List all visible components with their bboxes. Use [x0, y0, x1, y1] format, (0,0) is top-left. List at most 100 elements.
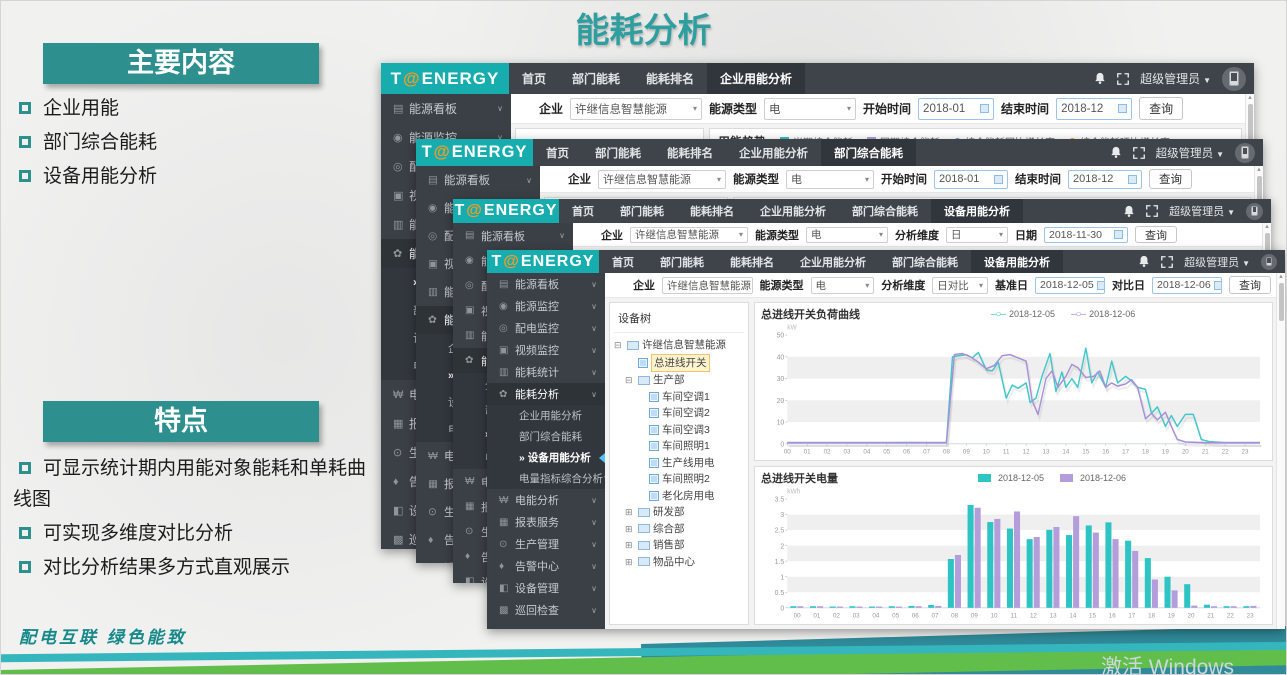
date-input-结束时间[interactable]: 2018-12: [1068, 170, 1142, 189]
tree-node[interactable]: ⊞销售部: [614, 537, 744, 554]
sidebar-item-video-monitor[interactable]: ▣视频监控∨: [487, 339, 605, 361]
tree-node[interactable]: 生产线用电: [614, 455, 744, 472]
sidebar-item-energy-statistics[interactable]: ▥能耗统计∨: [487, 361, 605, 383]
tree-toggle-icon[interactable]: ⊟: [614, 337, 624, 354]
sidebar-item-energy-dashboard[interactable]: ▤能源看板∨: [416, 166, 540, 194]
nav-tab-企业用能分析[interactable]: 企业用能分析: [707, 63, 805, 94]
tree-toggle-icon[interactable]: ⊞: [625, 554, 635, 571]
sidebar-item-power-distribution-monitor[interactable]: ◎配电监控∨: [487, 317, 605, 339]
tree-toggle-icon[interactable]: ⊞: [625, 537, 635, 554]
tree-toggle-icon[interactable]: ⊞: [625, 504, 635, 521]
sidebar-item-alarm-center[interactable]: ♦告警中心∨: [487, 555, 605, 577]
select-分析维度[interactable]: 日对比▾: [932, 277, 988, 294]
select-分析维度[interactable]: 日▾: [946, 227, 1008, 243]
date-input-开始时间[interactable]: 2018-01: [918, 98, 994, 120]
tree-node[interactable]: 车间空调3: [614, 422, 744, 439]
avatar[interactable]: [1222, 67, 1246, 91]
fullscreen-icon[interactable]: [1161, 256, 1173, 268]
query-button[interactable]: 查询: [1149, 169, 1192, 189]
vertical-scrollbar[interactable]: ▲: [1276, 273, 1285, 629]
select-企业[interactable]: 许继信息智慧能源▾: [598, 170, 726, 189]
legend-item[interactable]: –○–2018-12-05: [991, 309, 1055, 320]
tree-node[interactable]: ⊞研发部: [614, 504, 744, 521]
sidebar-item-energy-monitor[interactable]: ◉能源监控∨: [487, 295, 605, 317]
fullscreen-icon[interactable]: [1146, 205, 1158, 217]
nav-tab-企业用能分析[interactable]: 企业用能分析: [787, 250, 879, 273]
sidebar-item-energy-dashboard[interactable]: ▤能源看板∨: [487, 273, 605, 295]
nav-tab-首页[interactable]: 首页: [559, 199, 607, 223]
nav-tab-首页[interactable]: 首页: [509, 63, 559, 94]
sidebar-subitem-设备用能分析[interactable]: » 设备用能分析: [487, 447, 605, 468]
select-能源类型[interactable]: 电▾: [806, 227, 888, 243]
nav-tab-能耗排名[interactable]: 能耗排名: [654, 139, 726, 166]
sidebar-item-device-management[interactable]: ◧设备管理∨: [487, 577, 605, 599]
nav-tab-首页[interactable]: 首页: [533, 139, 582, 166]
sidebar-item-patrol-inspection[interactable]: ▩巡回检查∨: [487, 599, 605, 621]
nav-tab-能耗排名[interactable]: 能耗排名: [717, 250, 787, 273]
scrollbar-thumb[interactable]: [1248, 104, 1253, 142]
date-input-开始时间[interactable]: 2018-01: [934, 170, 1008, 189]
query-button[interactable]: 查询: [1139, 97, 1183, 120]
tree-node[interactable]: ⊞综合部: [614, 521, 744, 538]
select-能源类型[interactable]: 电▾: [764, 98, 856, 120]
select-企业[interactable]: 许继信息智慧能源▾: [570, 98, 702, 120]
sidebar-subitem-企业用能分析[interactable]: 企业用能分析: [487, 405, 605, 426]
legend-item[interactable]: 2018-12-06: [1060, 473, 1126, 483]
fullscreen-icon[interactable]: [1133, 147, 1145, 159]
select-企业[interactable]: 许继信息智慧能源▾: [662, 277, 753, 294]
tree-node[interactable]: ⊞物品中心: [614, 554, 744, 571]
notification-bell-icon[interactable]: [1094, 72, 1106, 85]
user-menu[interactable]: 超级管理员▼: [1140, 70, 1211, 87]
query-button[interactable]: 查询: [1229, 276, 1271, 294]
date-input-结束时间[interactable]: 2018-12: [1056, 98, 1132, 120]
sidebar-item-electric-energy-analysis[interactable]: ₩电能分析∨: [487, 489, 605, 511]
avatar[interactable]: [1246, 203, 1263, 220]
nav-tab-部门能耗[interactable]: 部门能耗: [582, 139, 654, 166]
nav-tab-部门综合能耗[interactable]: 部门综合能耗: [839, 199, 931, 223]
nav-tab-首页[interactable]: 首页: [599, 250, 647, 273]
tree-node[interactable]: 总进线开关: [614, 354, 744, 373]
sidebar-subitem-电量指标综合分析[interactable]: 电量指标综合分析 ∨: [487, 468, 605, 489]
legend-item[interactable]: 2018-12-05: [978, 473, 1044, 483]
legend-item[interactable]: –○–2018-12-06: [1071, 309, 1135, 320]
query-button[interactable]: 查询: [1135, 226, 1177, 243]
nav-tab-部门能耗[interactable]: 部门能耗: [559, 63, 633, 94]
avatar[interactable]: [1261, 254, 1277, 270]
tree-toggle-icon[interactable]: ⊟: [625, 372, 635, 389]
tree-node[interactable]: ⊟生产部: [614, 372, 744, 389]
notification-bell-icon[interactable]: [1123, 205, 1135, 218]
sidebar-item-production-management[interactable]: ⊙生产管理∨: [487, 533, 605, 555]
nav-tab-部门能耗[interactable]: 部门能耗: [647, 250, 717, 273]
scrollbar-thumb[interactable]: [1279, 283, 1284, 321]
date-input-对比日[interactable]: 2018-12-06: [1152, 277, 1222, 294]
sidebar-item-report-service[interactable]: ▦报表服务∨: [487, 511, 605, 533]
sidebar-subitem-部门综合能耗[interactable]: 部门综合能耗: [487, 426, 605, 447]
nav-tab-部门综合能耗[interactable]: 部门综合能耗: [821, 139, 916, 166]
sidebar-item-energy-dashboard[interactable]: ▤能源看板∨: [381, 94, 511, 123]
user-menu[interactable]: 超级管理员▼: [1169, 203, 1235, 219]
tree-node[interactable]: 车间空调2: [614, 405, 744, 422]
notification-bell-icon[interactable]: [1110, 146, 1122, 159]
select-能源类型[interactable]: 电▾: [811, 277, 875, 294]
select-企业[interactable]: 许继信息智慧能源▾: [630, 227, 748, 243]
nav-tab-企业用能分析[interactable]: 企业用能分析: [726, 139, 821, 166]
date-input-基准日[interactable]: 2018-12-05: [1035, 277, 1105, 294]
nav-tab-设备用能分析[interactable]: 设备用能分析: [971, 250, 1063, 273]
nav-tab-部门综合能耗[interactable]: 部门综合能耗: [879, 250, 971, 273]
select-能源类型[interactable]: 电▾: [786, 170, 874, 189]
tree-node[interactable]: 老化房用电: [614, 488, 744, 505]
notification-bell-icon[interactable]: [1138, 255, 1150, 268]
user-menu[interactable]: 超级管理员▼: [1184, 254, 1250, 270]
tree-node[interactable]: 车间空调1: [614, 389, 744, 406]
tree-toggle-icon[interactable]: ⊞: [625, 521, 635, 538]
tree-node[interactable]: 车间照明1: [614, 438, 744, 455]
nav-tab-企业用能分析[interactable]: 企业用能分析: [747, 199, 839, 223]
avatar[interactable]: [1235, 143, 1255, 163]
user-menu[interactable]: 超级管理员▼: [1156, 145, 1224, 161]
date-input-日期[interactable]: 2018-11-30: [1044, 227, 1128, 243]
sidebar-item-energy-dashboard[interactable]: ▤能源看板∨: [453, 223, 573, 248]
nav-tab-设备用能分析[interactable]: 设备用能分析: [931, 199, 1023, 223]
fullscreen-icon[interactable]: [1117, 73, 1129, 85]
nav-tab-能耗排名[interactable]: 能耗排名: [633, 63, 707, 94]
nav-tab-部门能耗[interactable]: 部门能耗: [607, 199, 677, 223]
